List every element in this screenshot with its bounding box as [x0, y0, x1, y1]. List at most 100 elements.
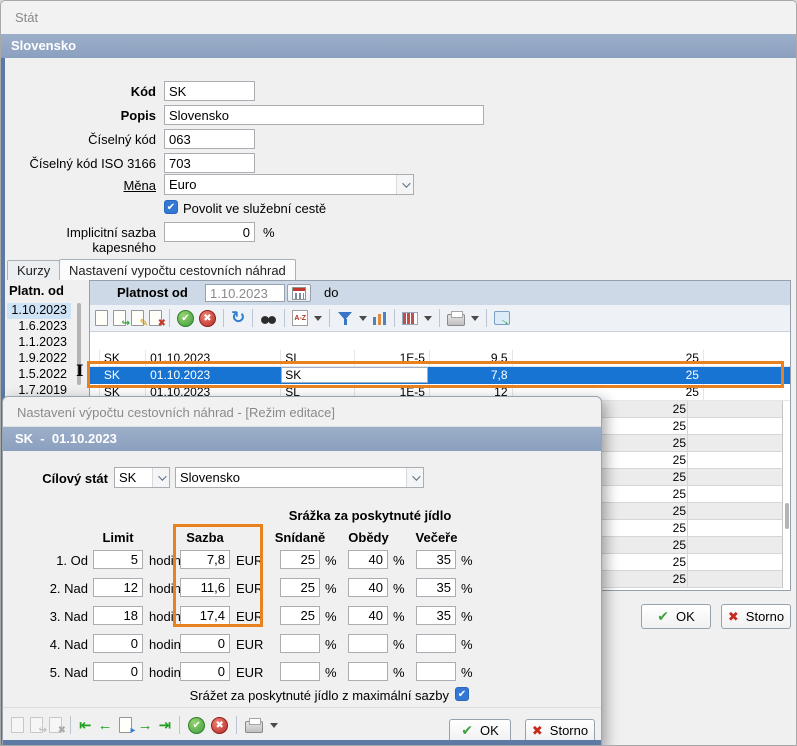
date-item[interactable]: 1.6.2023: [7, 319, 71, 335]
date-item[interactable]: 1.5.2022: [7, 367, 71, 383]
accept-icon[interactable]: [188, 717, 205, 734]
insert-record-icon[interactable]: ↪: [30, 717, 43, 733]
date-item[interactable]: 1.9.2022: [7, 351, 71, 367]
vecere-input[interactable]: 35: [416, 578, 456, 597]
ok-button[interactable]: ✔ OK: [641, 604, 711, 629]
obedy-input[interactable]: [348, 634, 388, 653]
cancel-icon[interactable]: [199, 310, 216, 327]
iso-input[interactable]: 703: [164, 153, 255, 173]
ciselny-kod-label: Číselný kód: [6, 132, 156, 147]
filter-to-label: do: [324, 285, 338, 300]
cancel-icon[interactable]: [211, 717, 228, 734]
filter-date-input[interactable]: 1.10.2023: [205, 284, 285, 302]
pct-unit: %: [325, 581, 341, 596]
pct-unit: %: [461, 553, 477, 568]
vecere-input[interactable]: 35: [416, 550, 456, 569]
kapesne-suffix: %: [263, 225, 275, 240]
insert-record-icon[interactable]: ↪: [113, 310, 126, 326]
print-icon[interactable]: [245, 721, 263, 733]
obedy-input[interactable]: 40: [348, 550, 388, 569]
tab-kurzy[interactable]: Kurzy: [7, 260, 60, 280]
export-icon[interactable]: [494, 311, 510, 325]
calendar-button[interactable]: [287, 284, 311, 302]
snidane-input[interactable]: 25: [280, 606, 320, 625]
snidane-input[interactable]: 25: [280, 578, 320, 597]
pct-unit: %: [393, 637, 409, 652]
new-record-icon[interactable]: [11, 717, 24, 733]
rate-row-label: 4. Nad: [23, 637, 88, 652]
last-record-icon[interactable]: ⇥: [159, 717, 172, 734]
table-row-selected[interactable]: SK 01.10.2023 SK 5 7,8 25: [90, 367, 791, 384]
filter-dropdown-caret[interactable]: [359, 316, 367, 321]
accept-icon[interactable]: [177, 310, 194, 327]
dialog-ok-button[interactable]: ✔ OK: [449, 719, 511, 742]
edit-dialog: Nastavení výpočtu cestovních náhrad - [R…: [2, 396, 602, 746]
obedy-input[interactable]: [348, 662, 388, 681]
vecere-input[interactable]: 35: [416, 606, 456, 625]
filter-values-icon[interactable]: [372, 311, 387, 325]
cilovy-stat-name-combo[interactable]: Slovensko: [175, 467, 424, 488]
inline-edit-cell[interactable]: SK: [281, 367, 428, 383]
mena-label[interactable]: Měna: [6, 178, 156, 193]
rate-row-label: 3. Nad: [23, 609, 88, 624]
limit-input[interactable]: 5: [93, 550, 143, 569]
window-titlebar: Stát: [1, 1, 797, 34]
find-icon[interactable]: [260, 312, 277, 325]
edit-record-icon[interactable]: ✎: [131, 310, 144, 326]
limit-input[interactable]: 18: [93, 606, 143, 625]
table-scrollbar[interactable]: [785, 503, 789, 529]
sazba-input[interactable]: 0: [180, 662, 230, 681]
vecere-input[interactable]: [416, 662, 456, 681]
filter-icon[interactable]: [337, 311, 353, 326]
columns-icon[interactable]: [402, 312, 418, 325]
cilovy-stat-code-combo[interactable]: SK: [114, 467, 170, 488]
sazba-input[interactable]: 7,8: [180, 550, 230, 569]
sort-dropdown-caret[interactable]: [314, 316, 322, 321]
storno-button[interactable]: ✖ Storno: [721, 604, 791, 629]
snidane-input[interactable]: [280, 662, 320, 681]
new-record-icon[interactable]: [95, 310, 108, 326]
povolit-checkbox[interactable]: [164, 200, 178, 214]
record-list-icon[interactable]: ▸: [119, 717, 132, 733]
print-dropdown-caret[interactable]: [270, 723, 278, 728]
next-record-icon[interactable]: →: [138, 717, 153, 734]
vecere-input[interactable]: [416, 634, 456, 653]
kapesne-input[interactable]: 0: [164, 222, 255, 242]
snidane-input[interactable]: [280, 634, 320, 653]
sazba-input[interactable]: 11,6: [180, 578, 230, 597]
popis-input[interactable]: Slovensko: [164, 105, 484, 125]
date-item[interactable]: 1.10.2023: [7, 303, 71, 319]
dialog-storno-button[interactable]: ✖ Storno: [525, 719, 595, 742]
kod-input[interactable]: SK: [164, 81, 255, 101]
record-header-bar: Slovensko: [1, 34, 797, 58]
check-icon: ✔: [461, 722, 473, 739]
table-row[interactable]: SK 01.10.2023 SI 1E-5 9,5 25: [90, 350, 791, 367]
print-icon[interactable]: [447, 314, 465, 326]
print-dropdown-caret[interactable]: [471, 316, 479, 321]
limit-input[interactable]: 0: [93, 662, 143, 681]
app-window: Stát Slovensko Kód SK Popis Slovensko Čí…: [0, 0, 797, 746]
date-item[interactable]: 1.1.2023: [7, 335, 71, 351]
obedy-input[interactable]: 40: [348, 606, 388, 625]
ciselny-kod-input[interactable]: 063: [164, 129, 255, 149]
snidane-input[interactable]: 25: [280, 550, 320, 569]
prev-record-icon[interactable]: ←: [98, 717, 113, 734]
srazet-checkbox[interactable]: [455, 687, 469, 701]
refresh-icon[interactable]: [231, 310, 245, 326]
limit-input[interactable]: 0: [93, 634, 143, 653]
kapesne-label: Implicitní sazba kapesného: [6, 225, 156, 255]
sazba-input[interactable]: 17,4: [180, 606, 230, 625]
mena-combo[interactable]: Euro: [164, 174, 414, 195]
delete-record-icon[interactable]: ✖: [49, 717, 62, 733]
sort-az-icon[interactable]: [292, 310, 308, 326]
tab-nastaveni-nahrad[interactable]: Nastavení vypočtu cestovních náhrad: [59, 259, 296, 280]
columns-dropdown-caret[interactable]: [424, 316, 432, 321]
pct-unit: %: [393, 609, 409, 624]
limit-input[interactable]: 12: [93, 578, 143, 597]
sazba-input[interactable]: 0: [180, 634, 230, 653]
delete-record-icon[interactable]: ✖: [149, 310, 162, 326]
rate-row-label: 2. Nad: [23, 581, 88, 596]
first-record-icon[interactable]: ⇤: [79, 717, 92, 734]
filter-label: Platnost od: [117, 285, 188, 300]
obedy-input[interactable]: 40: [348, 578, 388, 597]
